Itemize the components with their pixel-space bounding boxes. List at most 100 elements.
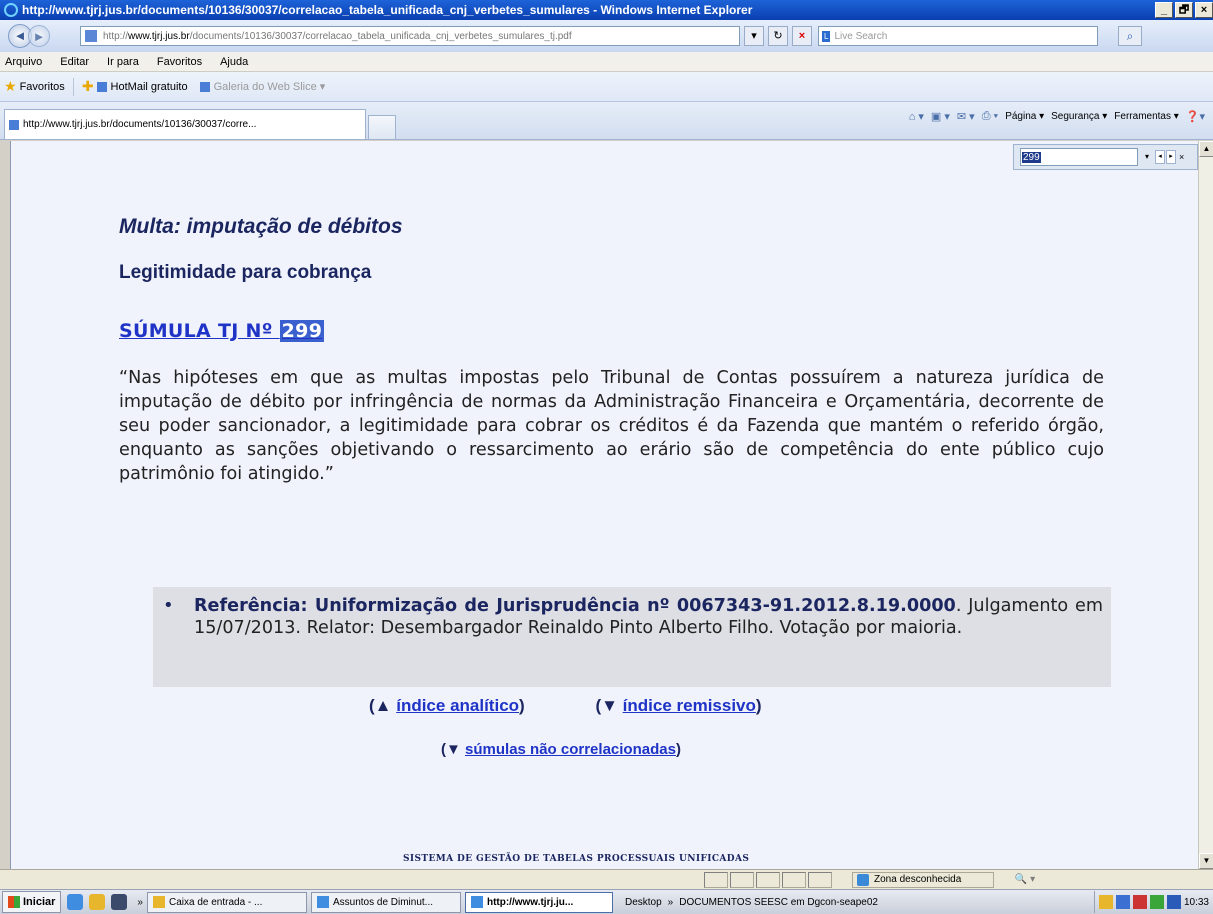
globe-icon [857,873,869,886]
topic-heading: Multa: imputação de débitos [119,215,403,238]
taskbar-button-assuntos[interactable]: Assuntos de Diminut... [310,891,461,913]
search-input[interactable]: L Live Search [818,26,1098,46]
status-bar: Zona desconhecida 🔍 ▾ [0,869,1213,889]
paren: ) [755,696,762,715]
document-body: Multa: imputação de débitos Legitimidade… [119,215,1109,486]
new-tab-button[interactable] [368,115,396,139]
favorites-button[interactable]: Favoritos [20,81,65,93]
start-label: Iniciar [23,896,56,908]
uncorrelated-link-row: (▼ súmulas não correlacionadas) [441,741,681,758]
security-zone[interactable]: Zona desconhecida [852,871,994,888]
chevron-icon[interactable]: » [668,897,674,908]
clock[interactable]: 10:33 [1184,897,1209,908]
print-icon[interactable]: ⎙ ▾ [982,110,998,123]
feeds-icon[interactable]: ▣ ▾ [931,110,950,123]
quicklaunch-folder-icon[interactable] [89,894,106,910]
add-favorite-icon[interactable]: ✚ [82,78,94,95]
subtopic-heading: Legitimidade para cobrança [119,262,372,283]
menu-favorites[interactable]: Favoritos [148,56,211,68]
favorite-link-label: Galeria do Web Slice ▾ [213,81,326,93]
home-icon[interactable]: ⌂ ▾ [909,110,924,123]
reference-box: Referência: Uniformização de Jurisprudên… [153,587,1111,687]
status-cell [730,871,754,888]
quicklaunch-ie-icon[interactable] [67,894,84,910]
command-bar: ⌂ ▾ ▣ ▾ ✉ ▾ ⎙ ▾ Página ▾ Segurança ▾ Fer… [909,110,1213,123]
documents-toolbar[interactable]: DOCUMENTOS SEESC em Dgcon-seape02 [679,897,878,908]
document-footer: SISTEMA DE GESTÃO DE TABELAS PROCESSUAIS… [403,854,750,864]
sumula-link[interactable]: SÚMULA TJ Nº 299 [119,320,325,342]
mail-icon [152,896,165,908]
analytic-index-link[interactable]: índice analítico [396,696,519,715]
reference-item: Referência: Uniformização de Jurisprudên… [153,595,1103,639]
favorite-link-web-slice[interactable]: Galeria do Web Slice ▾ [199,80,326,93]
desktop-toolbar[interactable]: Desktop [625,897,662,908]
paren: ) [519,696,525,715]
find-previous-button[interactable]: ◂ [1155,150,1165,164]
chevron-icon[interactable]: » [137,897,143,908]
ie-page-icon [9,119,19,130]
scroll-up-arrow[interactable]: ▲ [1199,141,1213,157]
title-bar: http://www.tjrj.jus.br/documents/10136/3… [0,0,1213,20]
find-input[interactable]: 299 [1020,148,1138,166]
taskbar-button-label: http://www.tjrj.ju... [486,896,574,908]
ie-icon [4,3,18,17]
tray-network-icon[interactable] [1115,895,1130,909]
start-button[interactable]: Iniciar [2,891,62,913]
tab-row: http://www.tjrj.jus.br/documents/10136/3… [0,102,1213,140]
maximize-button[interactable]: 🗗 [1175,2,1193,18]
status-cell [782,871,806,888]
forward-button[interactable]: ► [28,25,50,47]
page-menu[interactable]: Página ▾ [1005,111,1044,122]
menu-edit[interactable]: Editar [51,56,98,68]
tray-update-icon[interactable] [1149,895,1164,909]
tray-folder-icon[interactable] [1098,895,1113,909]
sumula-prefix: SÚMULA TJ Nº [119,320,280,342]
page-icon [96,81,107,92]
window-title: http://www.tjrj.jus.br/documents/10136/3… [22,3,753,17]
uncorrelated-sumulas-link[interactable]: súmulas não correlacionadas [465,741,676,758]
tab-label: http://www.tjrj.jus.br/documents/10136/3… [23,119,257,130]
page-icon [199,82,210,93]
ie-icon [470,896,483,908]
menu-file[interactable]: Arquivo [0,56,51,68]
minimize-button[interactable]: _ [1155,2,1173,18]
vertical-scrollbar[interactable]: ▲ ▼ [1198,141,1213,869]
star-icon: ★ [4,78,17,94]
divider [72,77,74,96]
stop-button[interactable]: × [792,26,812,46]
paren: (▲ [369,696,397,715]
menu-help[interactable]: Ajuda [211,56,257,68]
favorite-link-hotmail[interactable]: HotMail gratuito [96,80,188,93]
taskbar-button-browser[interactable]: http://www.tjrj.ju... [464,891,613,913]
tab-current[interactable]: http://www.tjrj.jus.br/documents/10136/3… [4,109,366,139]
live-search-icon: L [822,30,831,42]
address-field[interactable]: http://www.tjrj.jus.br/documents/10136/3… [80,26,740,46]
find-dropdown-icon[interactable]: ▾ [1140,148,1154,166]
mail-icon[interactable]: ✉ ▾ [957,110,975,123]
sumula-number: 299 [279,320,325,342]
paren: (▼ [595,696,623,715]
search-icon[interactable]: ⌕ [1118,26,1142,46]
address-dropdown-button[interactable]: ▾ [744,26,764,46]
remissive-index-link[interactable]: índice remissivo [623,696,756,715]
search-placeholder: Live Search [834,30,888,42]
find-close-button[interactable]: × [1179,152,1184,162]
close-button[interactable]: × [1195,2,1213,18]
favorite-link-label: HotMail gratuito [110,80,188,93]
tray-security-icon[interactable] [1132,895,1147,909]
scroll-down-arrow[interactable]: ▼ [1199,853,1213,869]
taskbar-button-inbox[interactable]: Caixa de entrada - ... [146,891,307,913]
tools-menu[interactable]: Ferramentas ▾ [1114,111,1178,122]
find-next-button[interactable]: ▸ [1166,150,1176,164]
refresh-button[interactable]: ↻ [768,26,788,46]
zoom-button[interactable]: 🔍 ▾ [1004,874,1046,885]
page-icon [85,30,97,42]
browser-window: http://www.tjrj.jus.br/documents/10136/3… [0,0,1213,914]
tray-monitor-icon[interactable] [1166,895,1181,909]
favorites-bar: ★ Favoritos ✚ HotMail gratuito Galeria d… [0,72,1213,102]
help-icon[interactable]: ❓▾ [1186,110,1205,123]
menu-goto[interactable]: Ir para [98,56,148,68]
quicklaunch-desktop-icon[interactable] [111,894,128,910]
security-menu[interactable]: Segurança ▾ [1051,111,1107,122]
paren: (▼ [441,741,466,758]
